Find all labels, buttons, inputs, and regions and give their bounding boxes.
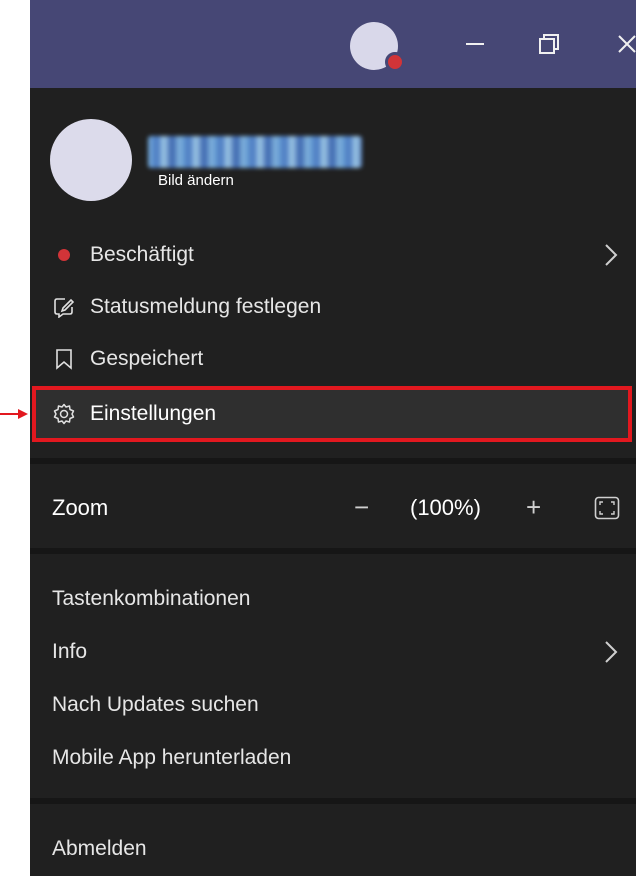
status-message-label: Statusmeldung festlegen: [90, 295, 322, 318]
divider: [30, 548, 636, 554]
gear-icon: [52, 402, 76, 426]
logout-label: Abmelden: [52, 837, 147, 860]
settings-label: Einstellungen: [90, 402, 217, 425]
minimize-icon: [464, 33, 486, 55]
zoom-in-button[interactable]: +: [526, 492, 541, 523]
status-label: Beschäftigt: [90, 243, 194, 266]
zoom-label: Zoom: [52, 495, 109, 520]
divider: [30, 458, 636, 464]
mobile-app-menu-item[interactable]: Mobile App herunterladen: [30, 733, 636, 783]
title-bar: [30, 0, 636, 88]
status-message-menu-item[interactable]: Statusmeldung festlegen: [30, 282, 636, 332]
logout-menu-item[interactable]: Abmelden: [30, 824, 636, 874]
profile-menu-window: Bild ändern Beschäftigt Statusmeldung fe…: [30, 0, 636, 876]
close-button[interactable]: [602, 22, 636, 66]
restore-button[interactable]: [524, 22, 574, 66]
zoom-out-button[interactable]: −: [354, 492, 369, 523]
check-updates-label: Nach Updates suchen: [52, 693, 259, 716]
pointer-arrow-icon: [0, 407, 30, 426]
chevron-right-icon: [604, 243, 618, 273]
mobile-app-label: Mobile App herunterladen: [52, 746, 292, 769]
profile-avatar[interactable]: [50, 119, 132, 201]
divider: [30, 798, 636, 804]
shortcuts-label: Tastenkombinationen: [52, 587, 251, 610]
fullscreen-icon[interactable]: [594, 496, 620, 526]
restore-icon: [537, 32, 561, 56]
busy-status-icon: [52, 243, 76, 267]
info-label: Info: [52, 640, 88, 663]
shortcuts-menu-item[interactable]: Tastenkombinationen: [30, 574, 636, 624]
saved-menu-item[interactable]: Gespeichert: [30, 334, 636, 384]
settings-menu-item[interactable]: Einstellungen: [30, 389, 636, 439]
check-updates-menu-item[interactable]: Nach Updates suchen: [30, 680, 636, 730]
zoom-level: (100%): [410, 495, 481, 520]
redacted-user-name: [148, 136, 362, 168]
change-picture-link[interactable]: Bild ändern: [158, 172, 234, 189]
close-icon: [616, 33, 636, 55]
zoom-row: Zoom − (100%) +: [30, 478, 636, 540]
minimize-button[interactable]: [450, 22, 500, 66]
status-dot-icon: [385, 52, 405, 72]
chevron-right-icon: [604, 640, 618, 670]
status-menu-item[interactable]: Beschäftigt: [30, 230, 636, 280]
bookmark-icon: [52, 347, 76, 371]
edit-message-icon: [52, 295, 76, 319]
info-menu-item[interactable]: Info: [30, 627, 636, 677]
saved-label: Gespeichert: [90, 347, 204, 370]
